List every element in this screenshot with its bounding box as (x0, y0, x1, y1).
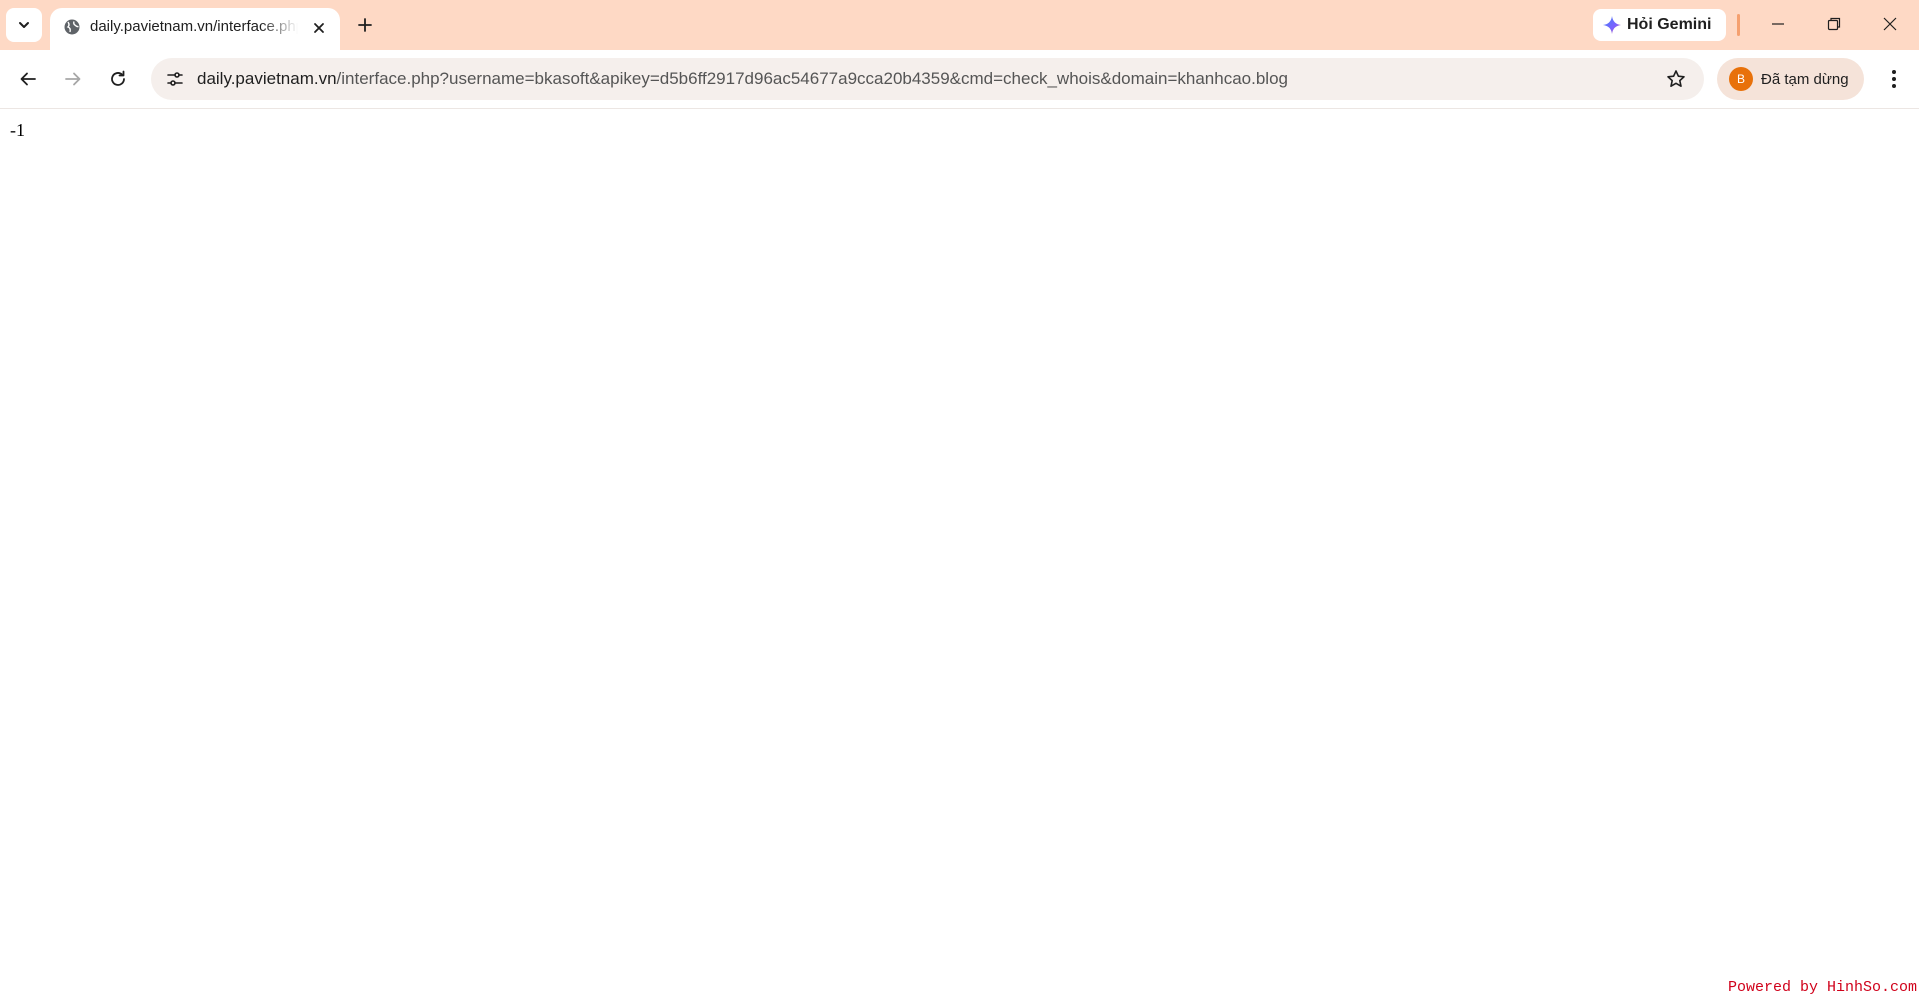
site-info-button[interactable] (159, 63, 191, 95)
navigation-toolbar: daily.pavietnam.vn/interface.php?usernam… (0, 50, 1919, 109)
window-close-button[interactable] (1862, 0, 1918, 48)
minimize-icon (1772, 23, 1784, 25)
close-icon (1883, 17, 1897, 31)
browser-window: daily.pavietnam.vn/interface.php?usernam… (0, 0, 1919, 1004)
profile-button[interactable]: B Đã tạm dừng (1717, 58, 1864, 100)
reload-icon (111, 70, 125, 86)
globe-icon (62, 17, 82, 37)
gemini-label: Hỏi Gemini (1627, 16, 1712, 33)
active-tab[interactable]: daily.pavietnam.vn/interface.php?usernam… (50, 8, 340, 50)
new-tab-button[interactable] (350, 10, 380, 40)
reload-button[interactable] (101, 62, 135, 96)
arrow-left-icon (20, 72, 36, 86)
url-host: daily.pavietnam.vn (197, 69, 337, 88)
url-path: /interface.php?username=bkasoft&apikey=d… (336, 69, 1288, 88)
tab-search-button[interactable] (6, 8, 42, 42)
avatar: B (1729, 67, 1753, 91)
close-tab-button[interactable] (308, 17, 330, 39)
close-icon (314, 23, 324, 33)
back-button[interactable] (11, 62, 45, 96)
profile-status: Đã tạm dừng (1761, 70, 1849, 88)
page-content: -1 Powered by HinhSo.com (0, 109, 1919, 1004)
restore-button[interactable] (1806, 0, 1862, 48)
bookmark-button[interactable] (1660, 63, 1692, 95)
minimize-button[interactable] (1750, 0, 1806, 48)
forward-button[interactable] (56, 62, 90, 96)
plus-icon (358, 18, 372, 32)
arrow-right-icon (65, 72, 81, 86)
tab-title: daily.pavietnam.vn/interface.php?usernam… (90, 18, 298, 35)
more-vertical-icon (1892, 70, 1896, 88)
url-text[interactable]: daily.pavietnam.vn/interface.php?usernam… (197, 69, 1288, 89)
tab-strip: daily.pavietnam.vn/interface.php?usernam… (0, 0, 1919, 50)
gemini-button[interactable]: Hỏi Gemini (1593, 9, 1726, 41)
restore-icon (1827, 17, 1841, 31)
star-icon (1667, 70, 1685, 87)
tab-strip-separator (1737, 14, 1740, 36)
tune-icon (167, 72, 183, 86)
gemini-spark-icon (1603, 16, 1621, 34)
watermark-text: Powered by HinhSo.com (1727, 979, 1917, 996)
browser-menu-button[interactable] (1877, 62, 1911, 96)
address-bar[interactable]: daily.pavietnam.vn/interface.php?usernam… (151, 58, 1704, 100)
response-text: -1 (10, 120, 25, 140)
chevron-down-icon (19, 22, 29, 28)
